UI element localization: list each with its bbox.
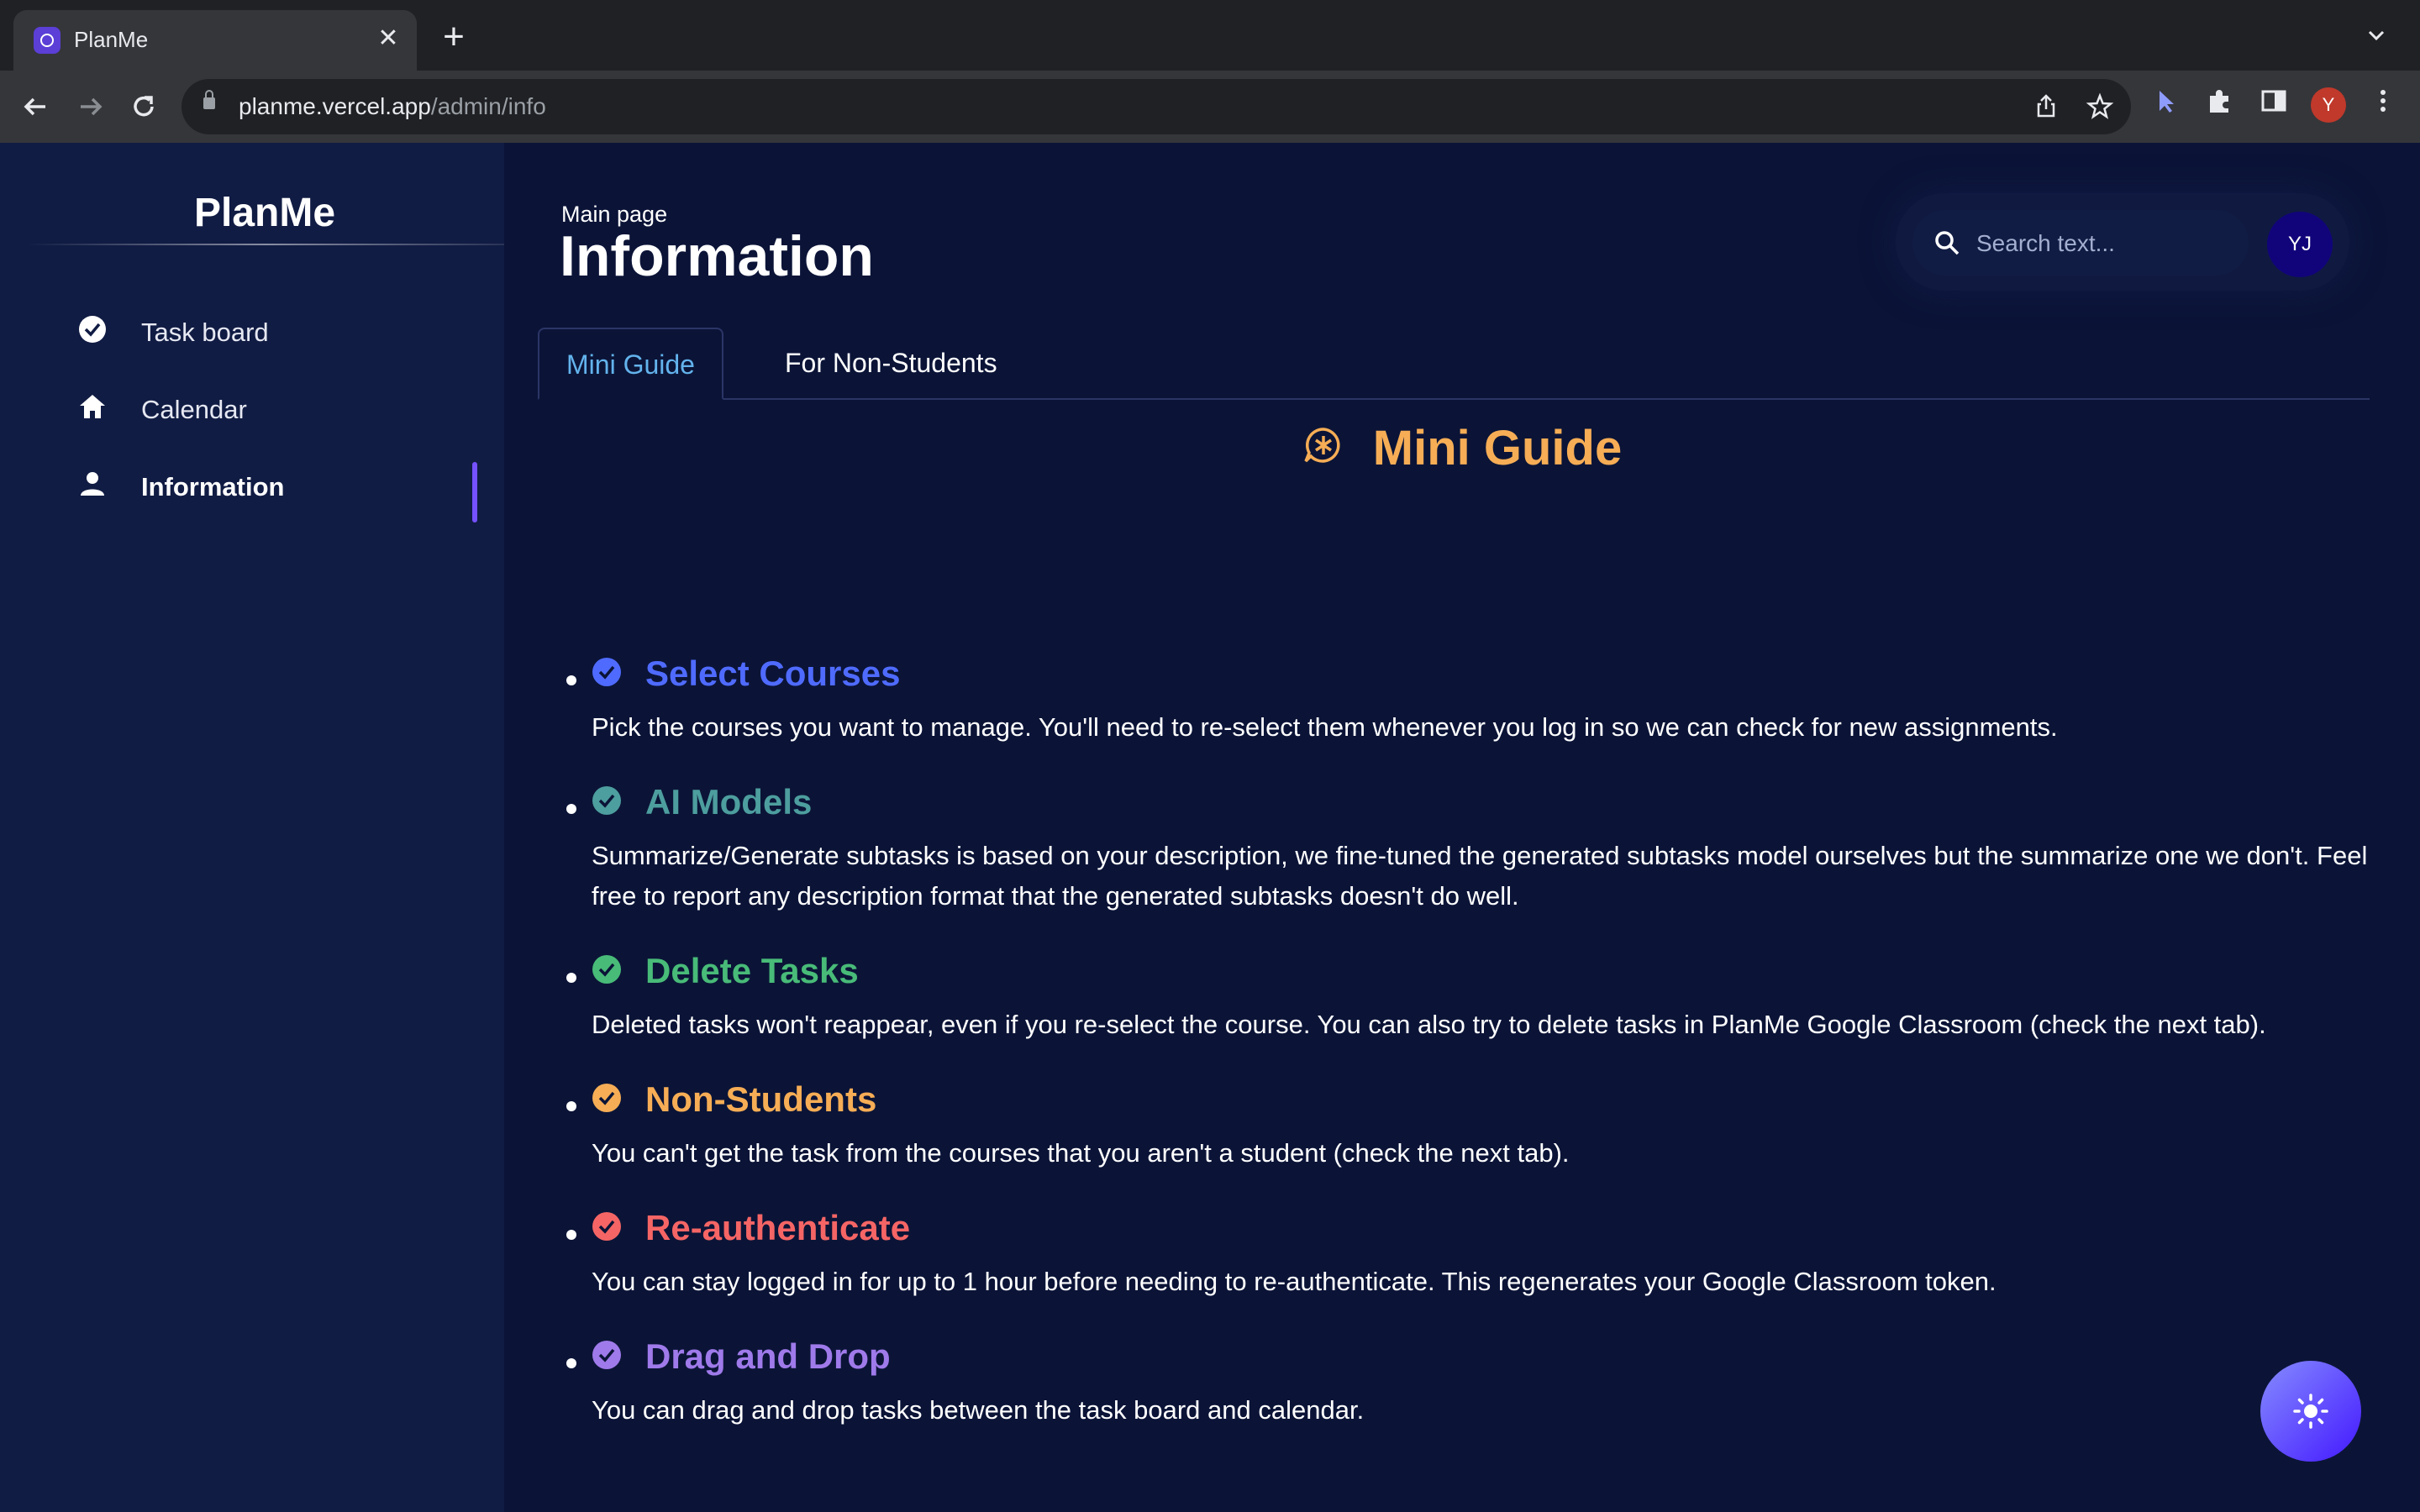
bullet: [566, 1230, 576, 1240]
header-toolbar: YJ: [1896, 193, 2349, 291]
check-circle-icon: [79, 316, 106, 343]
check-circle-icon: [592, 1212, 621, 1241]
extension-cursor-icon[interactable]: [2149, 84, 2183, 118]
chevron-down-icon[interactable]: [2366, 25, 2386, 45]
asterisk-chat-icon: [1304, 427, 1340, 463]
bullet: [566, 675, 576, 685]
check-circle-icon: [592, 955, 621, 984]
reload-icon[interactable]: [124, 87, 163, 126]
sidebar-item-label: Information: [141, 472, 285, 501]
sidebar: PlanMe Task board Calendar Information: [0, 143, 504, 1512]
check-circle-icon: [592, 1084, 621, 1112]
planme-favicon-icon: [34, 27, 60, 54]
tab-for-non-students[interactable]: For Non-Students: [758, 328, 1024, 398]
main-content: Main page Information YJ Mini Guide For …: [504, 143, 2420, 1512]
guide-item-text: Deleted tasks won't reappear, even if yo…: [592, 1010, 2266, 1039]
guide-item-heading: Delete Tasks: [645, 951, 859, 990]
url-text[interactable]: planme.vercel.app/admin/info: [239, 93, 546, 120]
guide-item-heading: AI Models: [645, 782, 813, 822]
forward-arrow-icon[interactable]: [71, 87, 109, 126]
guide-item-heading: Select Courses: [645, 654, 901, 693]
bullet: [566, 1358, 576, 1368]
mini-guide-title: Mini Guide: [1372, 421, 1623, 475]
browser-toolbar: planme.vercel.app/admin/info: [0, 71, 2420, 213]
guide-item-heading: Drag and Drop: [645, 1336, 891, 1376]
lock-icon[interactable]: [203, 90, 215, 109]
sidebar-item-label: Calendar: [141, 395, 247, 424]
search-input[interactable]: [1975, 225, 2238, 262]
home-icon: [80, 395, 105, 418]
profile-avatar[interactable]: Y: [2311, 87, 2346, 123]
bullet: [566, 973, 576, 983]
guide-item-heading: Non-Students: [645, 1079, 877, 1119]
mini-guide-heading: Mini Guide: [504, 420, 2420, 476]
search-box[interactable]: [1912, 210, 2249, 276]
theme-toggle-button[interactable]: [2260, 1361, 2361, 1462]
bullet: [566, 1101, 576, 1111]
browser-tab-strip: PlanMe ✕ +: [0, 0, 2420, 71]
more-options-icon[interactable]: [2366, 84, 2400, 118]
browser-tab-title: PlanMe: [74, 27, 149, 52]
guide-item-heading: Re-authenticate: [645, 1208, 911, 1247]
check-circle-icon: [592, 786, 621, 815]
sidebar-item-information[interactable]: Information: [77, 462, 497, 522]
search-icon: [1935, 231, 1960, 255]
new-tab-button[interactable]: +: [437, 18, 471, 55]
person-icon: [81, 472, 104, 496]
guide-item-text: You can't get the task from the courses …: [592, 1138, 1570, 1168]
check-circle-icon: [592, 658, 621, 686]
back-arrow-icon[interactable]: [17, 87, 55, 126]
sidebar-item-label: Task board: [141, 318, 269, 347]
tab-mini-guide[interactable]: Mini Guide: [538, 328, 723, 400]
guide-item-text: Pick the courses you want to manage. You…: [592, 712, 2058, 742]
tab-list: Mini Guide For Non-Students: [538, 328, 2370, 400]
brand-logo[interactable]: PlanMe: [0, 190, 529, 236]
bookmark-star-icon[interactable]: [2086, 92, 2114, 121]
address-bar[interactable]: planme.vercel.app/admin/info: [182, 79, 2131, 134]
guide-item-text: You can drag and drop tasks between the …: [592, 1395, 1365, 1425]
user-avatar[interactable]: YJ: [2267, 212, 2333, 277]
guide-item-text: You can stay logged in for up to 1 hour …: [592, 1267, 1996, 1296]
sidebar-item-calendar[interactable]: Calendar: [77, 385, 497, 435]
bullet: [566, 804, 576, 814]
sidebar-divider: [27, 244, 504, 245]
side-panel-icon[interactable]: [2257, 84, 2291, 118]
page-title: Information: [560, 224, 874, 288]
check-circle-icon: [592, 1341, 621, 1369]
active-indicator: [472, 462, 477, 522]
extensions-puzzle-icon[interactable]: [2203, 84, 2237, 118]
close-tab-icon[interactable]: ✕: [373, 24, 403, 54]
sun-icon: [2293, 1394, 2328, 1429]
sidebar-item-task-board[interactable]: Task board: [77, 307, 497, 358]
guide-item-text: Summarize/Generate subtasks is based on …: [592, 841, 2368, 911]
browser-tab[interactable]: PlanMe ✕: [13, 10, 417, 71]
share-icon[interactable]: [2032, 92, 2060, 121]
